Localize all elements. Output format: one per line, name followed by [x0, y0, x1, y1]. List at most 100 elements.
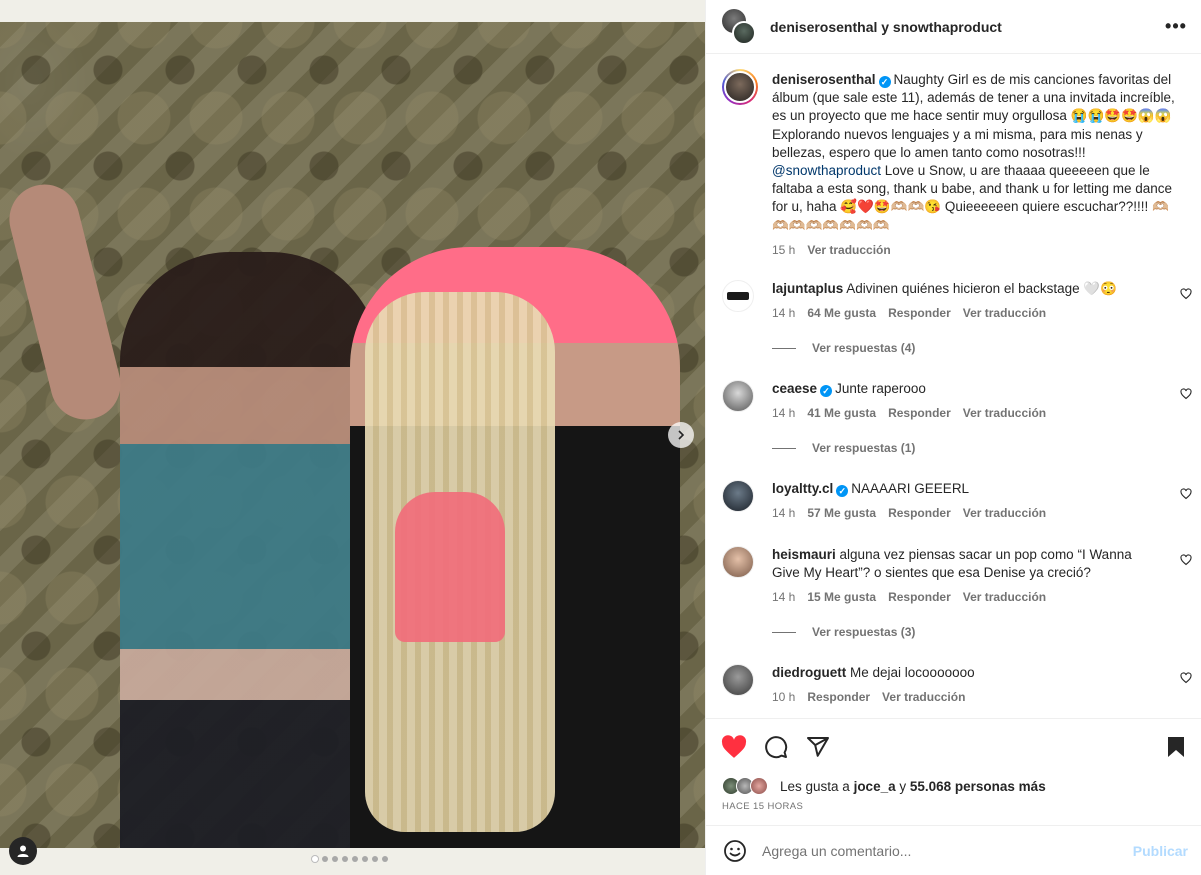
carousel-dot	[312, 856, 318, 862]
view-replies-button[interactable]: Ver respuestas (1)	[772, 441, 915, 455]
comment-meta: 14 h 64 Me gusta Responder Ver traducción	[772, 306, 1058, 320]
caption-text: deniserosenthal ✓ Naughty Girl es de mis c…	[772, 71, 1177, 259]
likes-middle: y	[895, 778, 910, 794]
comment-time: 14 h	[772, 306, 796, 320]
verified-icon: ✓	[878, 76, 891, 88]
bookmark-icon	[1168, 737, 1184, 757]
comment-avatar[interactable]	[722, 380, 754, 412]
comment-time: 14 h	[772, 406, 796, 420]
reply-button[interactable]: Responder	[888, 406, 951, 420]
view-replies-label: Ver respuestas (4)	[812, 341, 916, 355]
photo-person-left	[120, 252, 380, 848]
carousel-dot	[332, 856, 338, 862]
save-button[interactable]	[1162, 733, 1190, 761]
reply-button[interactable]: Responder	[807, 690, 870, 704]
post-header: deniserosenthal y snowthaproduct •••	[706, 0, 1201, 54]
add-comment-bar: Publicar	[706, 825, 1201, 875]
more-options-button[interactable]: •••	[1164, 14, 1188, 38]
comment-likes[interactable]: 64 Me gusta	[807, 306, 876, 320]
reply-button[interactable]: Responder	[888, 306, 951, 320]
caption-mention[interactable]: @snowthaproduct	[772, 163, 881, 178]
heart-icon	[1180, 288, 1192, 300]
carousel-dot	[352, 856, 358, 862]
translate-link[interactable]: Ver traducción	[963, 590, 1046, 604]
likes-summary: Les gusta a joce_a y 55.068 personas más	[722, 777, 1046, 795]
heart-icon	[1180, 388, 1192, 400]
share-icon	[807, 737, 829, 757]
heart-icon	[721, 735, 747, 758]
view-replies-label: Ver respuestas (3)	[812, 625, 916, 639]
user-tag-button[interactable]	[9, 837, 37, 865]
comment-text: diedroguett Me dejai locooooooo	[772, 664, 1148, 682]
avatar	[732, 20, 756, 45]
comment-avatar[interactable]	[722, 480, 754, 512]
comment-likes[interactable]: 41 Me gusta	[807, 406, 876, 420]
photo-shirt-print	[395, 492, 505, 642]
comment-body: Me dejai locooooooo	[850, 665, 975, 680]
caption-username[interactable]: deniserosenthal	[772, 72, 876, 87]
comment-like-button[interactable]	[1180, 554, 1192, 566]
caption-translate-link[interactable]: Ver traducción	[807, 243, 890, 257]
comments-section[interactable]: deniserosenthal ✓ Naughty Girl es de mis c…	[706, 55, 1201, 717]
carousel-dot	[372, 856, 378, 862]
comment-text: loyaltty.cl ✓ NAAAARI GEEERL	[772, 480, 1148, 498]
comment-avatar[interactable]	[722, 546, 754, 578]
comment-username[interactable]: lajuntaplus	[772, 281, 843, 296]
comment-like-button[interactable]	[1180, 488, 1192, 500]
post-author-names[interactable]: deniserosenthal y snowthaproduct	[770, 19, 1002, 35]
translate-link[interactable]: Ver traducción	[963, 406, 1046, 420]
carousel-dots	[312, 856, 388, 862]
likes-count[interactable]: 55.068 personas más	[910, 779, 1046, 794]
post-media	[0, 0, 705, 875]
translate-link[interactable]: Ver traducción	[963, 506, 1046, 520]
comment-input[interactable]	[762, 838, 1122, 863]
comment-like-button[interactable]	[1180, 288, 1192, 300]
emoji-button[interactable]	[722, 838, 748, 864]
comment-text: ceaese ✓ Junte raperooo	[772, 380, 1148, 398]
collab-avatars[interactable]	[722, 8, 758, 45]
comment-body: Junte raperooo	[835, 381, 926, 396]
caption-meta: 15 h Ver traducción	[772, 241, 1177, 259]
heart-icon	[1180, 488, 1192, 500]
share-button[interactable]	[804, 733, 832, 761]
reply-button[interactable]: Responder	[888, 506, 951, 520]
comment-button[interactable]	[762, 733, 790, 761]
comment-text: heismauri alguna vez piensas sacar un po…	[772, 546, 1148, 582]
comment-time: 14 h	[772, 506, 796, 520]
verified-icon: ✓	[836, 485, 849, 497]
comment-avatar[interactable]	[722, 664, 754, 696]
translate-link[interactable]: Ver traducción	[882, 690, 965, 704]
view-replies-label: Ver respuestas (1)	[812, 441, 916, 455]
comment-meta: 14 h 57 Me gusta Responder Ver traducción	[772, 506, 1058, 520]
liker-username[interactable]: joce_a	[854, 779, 896, 794]
view-replies-button[interactable]: Ver respuestas (3)	[772, 625, 915, 639]
comment-avatar[interactable]	[722, 280, 754, 312]
next-slide-button[interactable]	[668, 422, 694, 448]
post-sidebar: deniserosenthal y snowthaproduct ••• den…	[705, 0, 1201, 875]
comment-username[interactable]: heismauri	[772, 547, 836, 562]
comment-likes[interactable]: 57 Me gusta	[807, 506, 876, 520]
comment-likes[interactable]: 15 Me gusta	[807, 590, 876, 604]
caption-avatar[interactable]	[722, 69, 758, 105]
post-photo	[0, 22, 705, 848]
comment-time: 14 h	[772, 590, 796, 604]
user-tag-icon	[17, 845, 29, 857]
likes-prefix: Les gusta a	[780, 778, 854, 794]
comment-meta: 14 h 15 Me gusta Responder Ver traducción	[772, 590, 1058, 604]
like-button[interactable]	[720, 733, 748, 761]
reply-button[interactable]: Responder	[888, 590, 951, 604]
comment-meta: 10 h Responder Ver traducción	[772, 690, 977, 704]
comment-like-button[interactable]	[1180, 672, 1192, 684]
comment-like-button[interactable]	[1180, 388, 1192, 400]
translate-link[interactable]: Ver traducción	[963, 306, 1046, 320]
comment-username[interactable]: ceaese	[772, 381, 817, 396]
liker-avatars[interactable]	[722, 777, 776, 795]
avatar	[750, 777, 768, 795]
view-replies-button[interactable]: Ver respuestas (4)	[772, 341, 915, 355]
comment-username[interactable]: diedroguett	[772, 665, 846, 680]
heart-icon	[1180, 672, 1192, 684]
comment-meta: 14 h 41 Me gusta Responder Ver traducción	[772, 406, 1058, 420]
comment-username[interactable]: loyaltty.cl	[772, 481, 833, 496]
publish-button[interactable]: Publicar	[1133, 843, 1188, 859]
emoji-icon	[724, 839, 746, 862]
